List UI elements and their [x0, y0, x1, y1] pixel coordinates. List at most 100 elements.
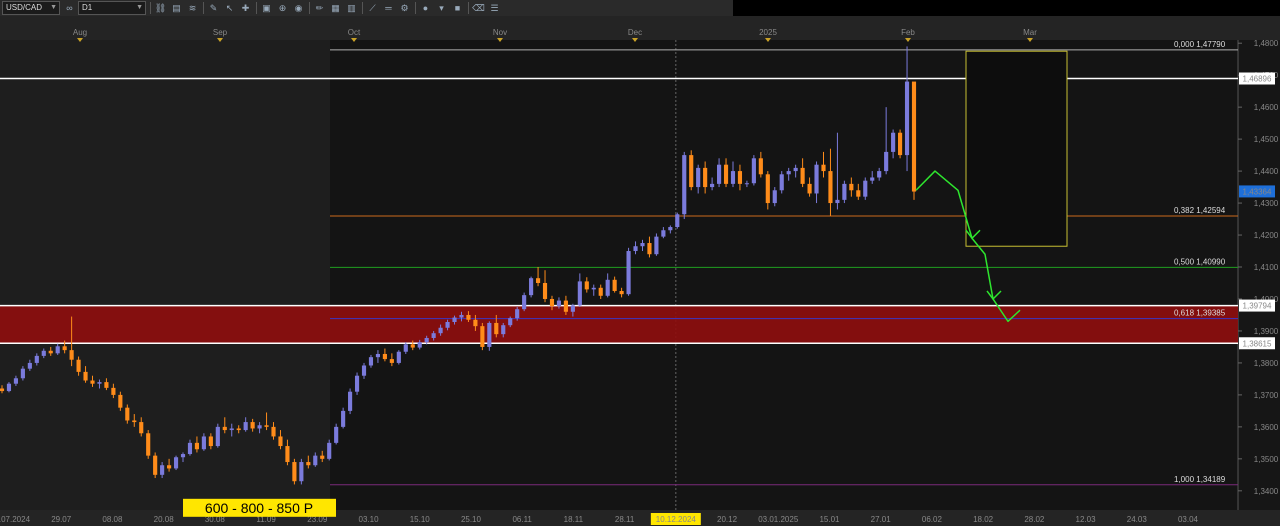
fib-label: 0,500 1,40990	[1174, 257, 1226, 266]
x-tick-label: 28.02	[1024, 515, 1045, 524]
y-tick-label: 1,4100	[1254, 263, 1279, 272]
candle-body	[76, 359, 81, 372]
candle-body	[48, 350, 53, 354]
candle-body	[529, 278, 534, 296]
candle-body	[710, 183, 715, 188]
target-box[interactable]	[965, 50, 1068, 247]
y-tick-label: 1,4400	[1254, 167, 1279, 176]
candle-body	[62, 346, 67, 351]
candle-body	[605, 279, 610, 296]
candle-body	[682, 155, 687, 215]
candle-body	[410, 344, 415, 348]
candle-body	[382, 353, 387, 360]
candle-body	[320, 455, 325, 459]
candle-body	[403, 344, 408, 352]
candle-body	[696, 167, 701, 188]
y-tick-label: 1,4300	[1254, 199, 1279, 208]
candle-body	[278, 436, 283, 447]
candle-body	[515, 309, 520, 319]
candle-body	[222, 426, 227, 431]
candle-body	[772, 190, 777, 204]
candle-body	[104, 382, 109, 388]
candle-body	[577, 281, 582, 306]
x-tick-label: 10.12.2024	[656, 515, 697, 524]
candle-body	[501, 325, 506, 335]
candle-body	[194, 442, 200, 450]
candle-body	[132, 420, 137, 423]
candle-body	[814, 164, 819, 194]
candle-body	[703, 167, 708, 188]
candle-body	[904, 81, 910, 156]
candle-body	[69, 350, 74, 360]
candle-body	[334, 426, 339, 443]
fib-label: 0,000 1,47790	[1174, 40, 1226, 49]
candle-body	[730, 171, 736, 184]
y-tick-label: 1,3400	[1254, 487, 1279, 496]
candle-body	[452, 317, 457, 322]
candle-body	[215, 426, 220, 447]
candle-body	[716, 164, 722, 184]
candle-body	[786, 171, 791, 175]
annotation-text: 600 - 800 - 850 P	[205, 500, 313, 516]
y-tick-label: 1,3800	[1254, 359, 1279, 368]
candle-body	[828, 171, 833, 204]
x-tick-label: 15.01	[819, 515, 840, 524]
candle-body	[612, 279, 617, 291]
candle-body	[41, 350, 46, 356]
candle-body	[250, 422, 255, 429]
candle-body	[306, 462, 311, 466]
candle-body	[34, 355, 39, 363]
candle-body	[173, 457, 179, 469]
fib-label: 1,000 1,34189	[1174, 475, 1226, 484]
candle-body	[348, 391, 353, 411]
x-tick-label: 06.02	[922, 515, 943, 524]
candle-body	[619, 290, 624, 295]
candle-body	[640, 243, 645, 247]
candle-body	[424, 337, 429, 343]
candle-body	[97, 382, 102, 384]
candle-body	[877, 171, 882, 178]
candle-body	[744, 183, 749, 185]
candle-body	[654, 236, 659, 255]
candle-body	[556, 300, 562, 307]
x-tick-label: 08.08	[102, 515, 123, 524]
candle-body	[647, 243, 652, 255]
candle-body	[125, 407, 130, 421]
candle-body	[368, 357, 374, 366]
month-label: Feb	[901, 28, 915, 37]
candle-body	[375, 353, 381, 358]
y-tick-label: 1,4200	[1254, 231, 1279, 240]
support-zone	[0, 305, 1238, 344]
candle-body	[160, 465, 165, 475]
candle-body	[675, 214, 680, 228]
candle-body	[535, 278, 541, 283]
candle-body	[563, 300, 568, 312]
candle-body	[153, 455, 158, 475]
candle-body	[229, 428, 234, 431]
candle-body	[911, 81, 917, 192]
x-tick-label: 28.11	[615, 515, 635, 524]
month-label: Mar	[1023, 28, 1037, 37]
x-tick-label: 27.01	[871, 515, 892, 524]
candle-body	[146, 433, 151, 456]
candle-body	[689, 155, 694, 188]
candle-body	[313, 455, 318, 466]
price-chart[interactable]: AugSepOctNovDec2025FebMar1,48001,47001,4…	[0, 0, 1280, 526]
candle-body	[549, 298, 555, 307]
candle-body	[208, 436, 213, 447]
month-label: Aug	[73, 28, 87, 37]
x-tick-label: 06.11	[512, 515, 532, 524]
month-label: 2025	[759, 28, 777, 37]
candle-body	[661, 230, 666, 237]
x-tick-label: 18.02	[973, 515, 994, 524]
candle-body	[271, 426, 276, 437]
x-tick-label: 20.08	[154, 515, 175, 524]
candle-body	[6, 383, 12, 392]
candle-body	[898, 132, 903, 156]
candle-body	[201, 436, 206, 450]
candle-body	[542, 282, 548, 299]
candle-body	[13, 378, 18, 384]
candle-body	[494, 322, 499, 335]
candle-body	[445, 322, 450, 328]
x-tick-label: 15.07.2024	[0, 515, 31, 524]
